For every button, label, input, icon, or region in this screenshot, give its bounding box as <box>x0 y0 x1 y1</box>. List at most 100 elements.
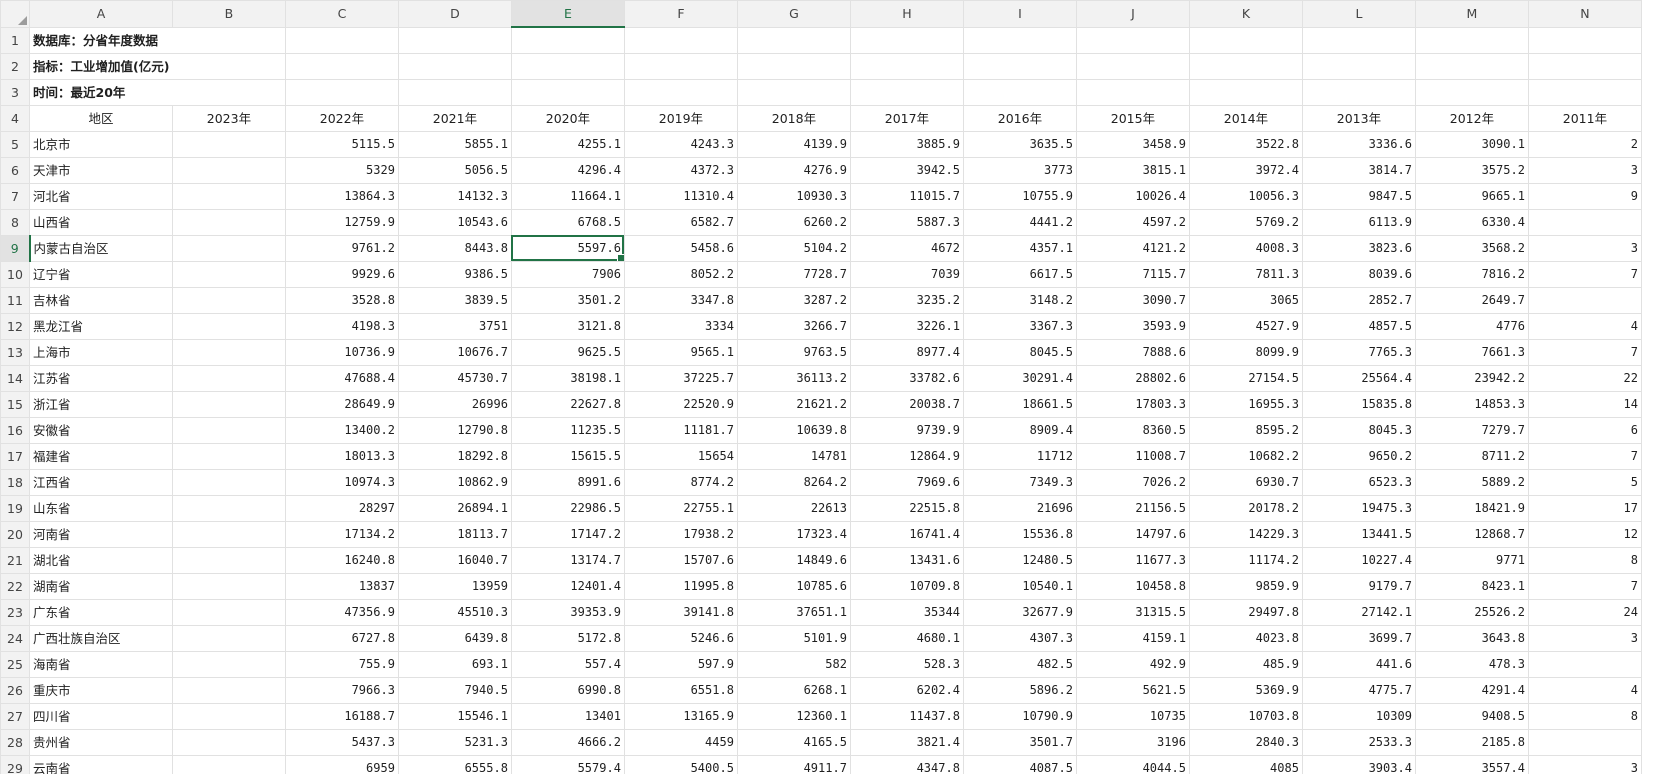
value-cell[interactable]: 7039 <box>849 260 964 288</box>
info-cell[interactable]: 指标：工业增加值(亿元) <box>29 52 173 80</box>
value-cell[interactable]: 4276.9 <box>736 156 851 184</box>
value-cell[interactable] <box>171 572 286 600</box>
value-cell[interactable]: 557.4 <box>510 650 625 678</box>
value-cell[interactable]: 3334 <box>623 312 738 340</box>
value-cell[interactable] <box>171 208 286 236</box>
value-cell[interactable] <box>171 728 286 756</box>
value-cell[interactable]: 16040.7 <box>397 546 512 574</box>
column-header-c[interactable]: C <box>284 0 399 28</box>
value-cell[interactable]: 22627.8 <box>510 390 625 418</box>
value-cell[interactable] <box>171 156 286 184</box>
value-cell[interactable]: 3336.6 <box>1301 130 1416 158</box>
value-cell[interactable]: 15546.1 <box>397 702 512 730</box>
value-cell[interactable]: 12 <box>1527 520 1642 548</box>
value-cell[interactable]: 3522.8 <box>1188 130 1303 158</box>
value-cell[interactable]: 10974.3 <box>284 468 399 496</box>
row-header-17[interactable]: 17 <box>0 442 30 470</box>
value-cell[interactable] <box>171 312 286 340</box>
year-header-cell[interactable]: 2018年 <box>736 104 851 132</box>
value-cell[interactable]: 8991.6 <box>510 468 625 496</box>
value-cell[interactable]: 22986.5 <box>510 494 625 522</box>
empty-cell[interactable] <box>397 78 512 106</box>
value-cell[interactable]: 3 <box>1527 156 1642 184</box>
empty-cell[interactable] <box>510 78 625 106</box>
value-cell[interactable]: 6551.8 <box>623 676 738 704</box>
value-cell[interactable]: 45510.3 <box>397 598 512 626</box>
value-cell[interactable]: 3885.9 <box>849 130 964 158</box>
value-cell[interactable]: 3903.4 <box>1301 754 1416 774</box>
year-header-cell[interactable]: 2020年 <box>510 104 625 132</box>
value-cell[interactable]: 18661.5 <box>962 390 1077 418</box>
value-cell[interactable]: 9761.2 <box>284 234 399 262</box>
region-name-cell[interactable]: 内蒙古自治区 <box>29 234 173 262</box>
value-cell[interactable] <box>171 130 286 158</box>
value-cell[interactable] <box>171 182 286 210</box>
region-name-cell[interactable]: 河北省 <box>29 182 173 210</box>
empty-cell[interactable] <box>1188 52 1303 80</box>
value-cell[interactable]: 4775.7 <box>1301 676 1416 704</box>
region-name-cell[interactable]: 黑龙江省 <box>29 312 173 340</box>
value-cell[interactable]: 9 <box>1527 182 1642 210</box>
fill-handle[interactable] <box>616 253 624 260</box>
value-cell[interactable]: 4198.3 <box>284 312 399 340</box>
value-cell[interactable]: 9739.9 <box>849 416 964 444</box>
value-cell[interactable]: 4139.9 <box>736 130 851 158</box>
value-cell[interactable]: 478.3 <box>1414 650 1529 678</box>
column-header-f[interactable]: F <box>623 0 738 28</box>
value-cell[interactable]: 7940.5 <box>397 676 512 704</box>
value-cell[interactable]: 8909.4 <box>962 416 1077 444</box>
value-cell[interactable]: 4357.1 <box>962 234 1077 262</box>
empty-cell[interactable] <box>1301 78 1416 106</box>
value-cell[interactable]: 4296.4 <box>510 156 625 184</box>
region-name-cell[interactable]: 江西省 <box>29 468 173 496</box>
empty-cell[interactable] <box>1075 52 1190 80</box>
value-cell[interactable]: 13174.7 <box>510 546 625 574</box>
value-cell[interactable]: 5621.5 <box>1075 676 1190 704</box>
value-cell[interactable]: 11310.4 <box>623 182 738 210</box>
value-cell[interactable]: 7966.3 <box>284 676 399 704</box>
value-cell[interactable]: 3575.2 <box>1414 156 1529 184</box>
empty-cell[interactable] <box>284 52 399 80</box>
region-name-cell[interactable]: 广西壮族自治区 <box>29 624 173 652</box>
value-cell[interactable]: 15654 <box>623 442 738 470</box>
value-cell[interactable]: 3635.5 <box>962 130 1077 158</box>
value-cell[interactable]: 18013.3 <box>284 442 399 470</box>
empty-cell[interactable] <box>849 78 964 106</box>
value-cell[interactable]: 20178.2 <box>1188 494 1303 522</box>
value-cell[interactable]: 4023.8 <box>1188 624 1303 652</box>
value-cell[interactable] <box>171 702 286 730</box>
value-cell[interactable]: 3815.1 <box>1075 156 1190 184</box>
value-cell[interactable]: 4666.2 <box>510 728 625 756</box>
value-cell[interactable]: 4 <box>1527 676 1642 704</box>
value-cell[interactable]: 4255.1 <box>510 130 625 158</box>
value-cell[interactable]: 6113.9 <box>1301 208 1416 236</box>
value-cell[interactable]: 21696 <box>962 494 1077 522</box>
empty-cell[interactable] <box>1188 78 1303 106</box>
value-cell[interactable]: 5887.3 <box>849 208 964 236</box>
region-name-cell[interactable]: 云南省 <box>29 754 173 774</box>
row-header-27[interactable]: 27 <box>0 702 30 730</box>
value-cell[interactable]: 5437.3 <box>284 728 399 756</box>
value-cell[interactable]: 17323.4 <box>736 520 851 548</box>
value-cell[interactable]: 4857.5 <box>1301 312 1416 340</box>
value-cell[interactable]: 6523.3 <box>1301 468 1416 496</box>
value-cell[interactable]: 10735 <box>1075 702 1190 730</box>
value-cell[interactable]: 11235.5 <box>510 416 625 444</box>
value-cell[interactable]: 37651.1 <box>736 598 851 626</box>
value-cell[interactable]: 3347.8 <box>623 286 738 314</box>
row-header-28[interactable]: 28 <box>0 728 30 756</box>
value-cell[interactable]: 14781 <box>736 442 851 470</box>
value-cell[interactable]: 13837 <box>284 572 399 600</box>
value-cell[interactable]: 12480.5 <box>962 546 1077 574</box>
value-cell[interactable]: 9763.5 <box>736 338 851 366</box>
value-cell[interactable]: 9408.5 <box>1414 702 1529 730</box>
value-cell[interactable]: 13165.9 <box>623 702 738 730</box>
column-header-k[interactable]: K <box>1188 0 1303 28</box>
row-header-14[interactable]: 14 <box>0 364 30 392</box>
value-cell[interactable]: 7765.3 <box>1301 338 1416 366</box>
value-cell[interactable]: 28649.9 <box>284 390 399 418</box>
value-cell[interactable]: 4307.3 <box>962 624 1077 652</box>
value-cell[interactable]: 6768.5 <box>510 208 625 236</box>
year-header-cell[interactable]: 2017年 <box>849 104 964 132</box>
region-name-cell[interactable]: 吉林省 <box>29 286 173 314</box>
